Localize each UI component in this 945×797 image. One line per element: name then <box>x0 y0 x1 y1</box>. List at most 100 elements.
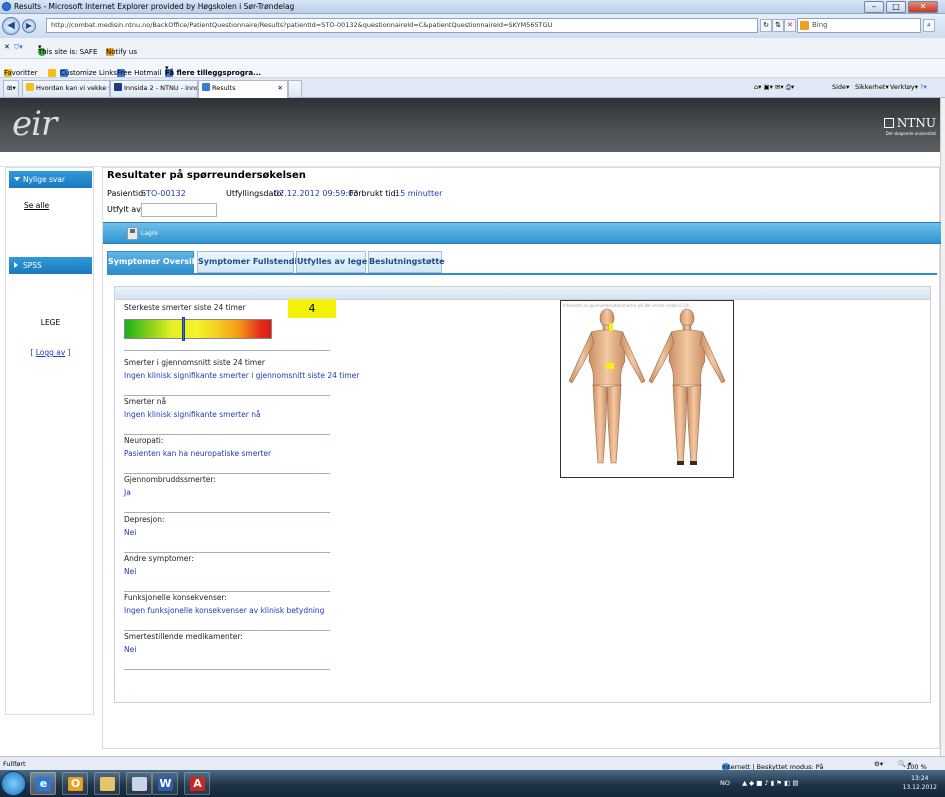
bing-icon <box>800 21 809 30</box>
new-tab-button[interactable] <box>288 80 302 97</box>
body-pain-map: Intensitet av gjennombruddssmerter på de… <box>560 300 734 478</box>
tools-menu-label: Verktøy <box>890 83 915 91</box>
body-back <box>648 308 726 465</box>
taskbar-acrobat[interactable]: A <box>184 772 210 795</box>
notepad-icon <box>132 777 147 791</box>
close-window-button[interactable]: ✕ <box>908 1 938 13</box>
url-field[interactable]: http://combat.medisin.ntnu.no/BackOffice… <box>46 18 758 33</box>
results-content: Sterkeste smerter siste 24 timer 4 Smert… <box>114 286 931 703</box>
browser-status-bar: Fullført Internett | Beskyttet modus: På… <box>0 756 945 771</box>
section-answer: Pasienten kan ha neuropatiske smerter <box>124 449 272 458</box>
folder-icon <box>100 777 115 791</box>
fav-addons-label: Få flere tilleggsprogra... <box>165 69 262 77</box>
tab-decision-support[interactable]: Beslutningstøtte <box>368 251 445 273</box>
logout-link[interactable]: Logg av <box>36 348 66 357</box>
taskbar-notes[interactable] <box>126 772 152 795</box>
taskbar-clock[interactable]: 13:24 13.12.2012 <box>903 774 937 792</box>
ntnu-brand: NTNU <box>896 116 936 130</box>
page-icon <box>202 83 210 91</box>
pain-scale-bar <box>124 319 272 339</box>
fav-hotmail-label: Free Hotmail <box>117 69 162 77</box>
safety-menu-label: Sikkerhet <box>855 83 886 91</box>
refresh-icon[interactable]: ↻ <box>760 19 772 32</box>
page-menu[interactable]: Side▾ <box>832 83 849 91</box>
zoom-control[interactable]: 🔍 100 % ▾ <box>898 760 927 771</box>
body-front <box>568 308 646 464</box>
quick-tabs-button[interactable]: ⊞▾ <box>3 80 19 97</box>
browser-tab-1[interactable]: Hvordan kan vi vekke state... <box>22 80 110 97</box>
minimize-button[interactable]: – <box>864 1 884 13</box>
browser-tab-bar: ⊞▾ Hvordan kan vi vekke state... Innsida… <box>0 78 945 98</box>
time-spent-label: Forbrukt tid: <box>349 189 399 198</box>
protected-mode-icon[interactable]: ⚙▾ <box>874 760 883 768</box>
user-role: LEGE <box>40 318 61 327</box>
home-icon[interactable]: ⌂▾ ▣▾ ✉▾ ⎙▾ <box>754 83 794 92</box>
address-toolbar: ◀ ▶ http://combat.medisin.ntnu.no/BackOf… <box>0 14 945 38</box>
forward-button[interactable]: ▶ <box>22 19 36 33</box>
fav-link-addons[interactable]: Få flere tilleggsprogra... ▾ <box>165 64 261 77</box>
section-breakthrough-pain: Gjennombruddssmerter: Ja <box>124 475 330 513</box>
tab-symptoms-overview[interactable]: Symptomer Oversikt <box>107 251 201 273</box>
section-medication: Smertestillende medikamenter: Nei <box>124 632 330 670</box>
site-header: eir NTNU Det skapende universitet <box>0 98 940 152</box>
logout-wrapper: [ Logg av ] <box>30 348 71 357</box>
tab-symptoms-full[interactable]: Symptomer Fullstendig <box>197 251 303 273</box>
page-scrollbar[interactable] <box>940 98 945 756</box>
ntnu-logo: NTNU Det skapende universitet <box>883 116 936 136</box>
taskbar-explorer[interactable] <box>94 772 120 795</box>
filled-by-input[interactable] <box>141 203 217 217</box>
favorites-label: Favoritter <box>4 69 38 77</box>
taskbar-ie[interactable]: e <box>30 772 56 795</box>
browser-tab-3[interactable]: Results ✕ <box>198 80 288 98</box>
windows-taskbar: e O W A NO ▲ ◆ ■ ♪ ▮ ⚑ ◧ ▤ 13:24 13.12.20… <box>0 770 945 797</box>
tools-menu[interactable]: Verktøy▾ <box>890 83 918 91</box>
search-icon[interactable]: ⌕ <box>923 19 935 32</box>
ie-icon: e <box>36 777 51 791</box>
sidebar-section-spss[interactable]: SPSS <box>9 257 92 274</box>
eir-logo[interactable]: eir <box>12 104 57 144</box>
close-toolbar-icon[interactable]: ✕ <box>4 43 10 51</box>
section-answer: Ingen klinisk signifikante smerter nå <box>124 410 261 419</box>
window-title-bar: Results - Microsoft Internet Explorer pr… <box>0 0 945 14</box>
save-button[interactable]: Lagre <box>127 226 158 242</box>
section-question: Funksjonelle konsekvenser: <box>124 593 227 602</box>
tab-2-label: Innsida 2 - NTNU - innsida... <box>124 84 197 92</box>
start-button[interactable] <box>1 771 26 796</box>
section-question: Depresjon: <box>124 515 165 524</box>
section-question: Smertestillende medikamenter: <box>124 632 243 641</box>
section-pain-now: Smerter nå Ingen klinisk signifikante sme… <box>124 397 330 435</box>
action-toolbar: Lagre <box>103 222 941 244</box>
notify-label: Notify us <box>106 48 138 56</box>
taskbar-word[interactable]: W <box>152 772 178 795</box>
clock-time: 13:24 <box>911 775 929 782</box>
sidebar-section-recent-label: Nylige svar <box>23 175 66 184</box>
browser-tab-2[interactable]: Innsida 2 - NTNU - innsida... <box>110 80 198 97</box>
compat-view-icon[interactable]: ⇅ <box>772 19 784 32</box>
back-button[interactable]: ◀ <box>2 17 20 35</box>
section-neuropathy: Neuropati: Pasienten kan ha neuropatiske … <box>124 436 330 474</box>
search-engine-label: Bing <box>812 21 828 29</box>
section-question: Smerter i gjennomsnitt siste 24 timer <box>124 358 265 367</box>
tab-doctor-input[interactable]: Utfylles av lege <box>296 251 367 273</box>
taskbar-outlook[interactable]: O <box>62 772 88 795</box>
body-map-caption: Intensitet av gjennombruddssmerter på de… <box>563 303 690 308</box>
section-question: Smerter nå <box>124 397 167 406</box>
sidebar-section-recent[interactable]: Nylige svar <box>9 171 92 188</box>
word-icon: W <box>158 777 173 791</box>
maximize-button[interactable]: □ <box>886 1 906 13</box>
safe-status[interactable]: This site is: SAFE ▾ <box>38 43 97 56</box>
close-tab-icon[interactable]: ✕ <box>278 81 283 96</box>
status-text: Fullført <box>3 760 26 768</box>
help-icon[interactable]: ?▾ <box>920 83 927 91</box>
add-star-icon <box>48 69 56 77</box>
stop-icon[interactable]: ✕ <box>784 19 796 32</box>
safety-menu[interactable]: Sikkerhet▾ <box>855 83 889 91</box>
system-tray[interactable]: NO ▲ ◆ ■ ♪ ▮ ⚑ ◧ ▤ <box>720 779 799 787</box>
outlook-icon: O <box>68 777 83 791</box>
ntnu-tagline: Det skapende universitet <box>885 131 936 136</box>
fav-customize-label: Customize Links <box>60 69 117 77</box>
acrobat-icon: A <box>190 777 205 791</box>
see-all-link[interactable]: Se alle <box>24 201 49 210</box>
search-input[interactable]: Bing <box>797 18 921 33</box>
tab-1-label: Hvordan kan vi vekke state... <box>36 84 109 92</box>
